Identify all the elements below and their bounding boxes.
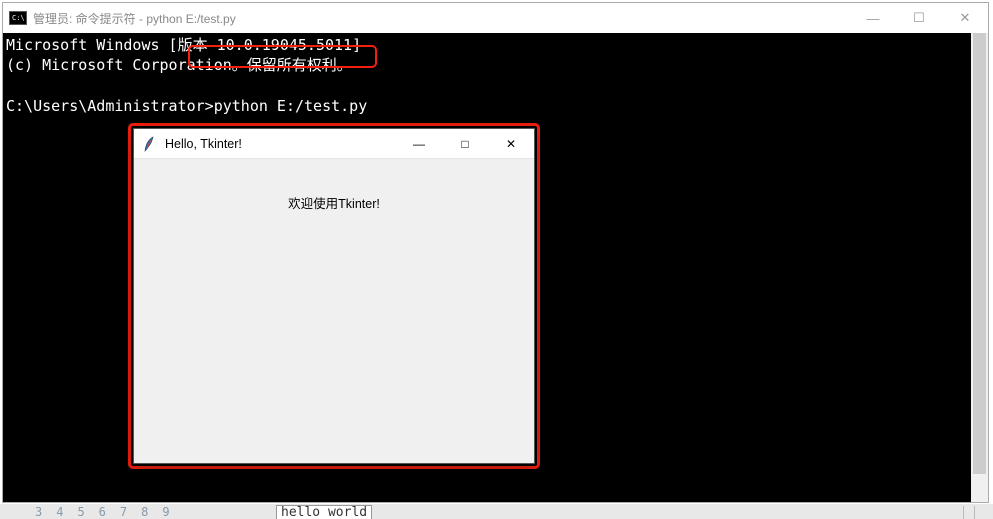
separator-icon xyxy=(963,506,964,519)
tkinter-feather-icon xyxy=(142,136,158,152)
tkinter-maximize-button[interactable]: □ xyxy=(442,129,488,158)
tkinter-titlebar[interactable]: Hello, Tkinter! — □ ✕ xyxy=(134,129,534,159)
cmd-scrollbar[interactable] xyxy=(971,33,988,502)
cmd-prompt: C:\Users\Administrator> xyxy=(6,97,214,115)
cmd-copyright-line: (c) Microsoft Corporation。保留所有权利。 xyxy=(6,56,352,74)
minimize-button[interactable]: — xyxy=(850,3,896,33)
tkinter-window: Hello, Tkinter! — □ ✕ 欢迎使用Tkinter! xyxy=(133,128,535,464)
editor-fragment: 3456789 hello world xyxy=(0,504,993,519)
tkinter-close-button[interactable]: ✕ xyxy=(488,129,534,158)
cmd-window-controls: — ☐ ✕ xyxy=(850,3,988,33)
editor-hello-text: hello world xyxy=(276,505,372,519)
cmd-titlebar[interactable]: C:\ 管理员: 命令提示符 - python E:/test.py — ☐ ✕ xyxy=(3,3,988,33)
cmd-title-text: 管理员: 命令提示符 - python E:/test.py xyxy=(33,10,236,27)
tkinter-title-text: Hello, Tkinter! xyxy=(165,137,242,151)
close-button[interactable]: ✕ xyxy=(942,3,988,33)
cmd-command: python E:/test.py xyxy=(214,97,368,115)
cmd-version-line: Microsoft Windows [版本 10.0.19045.5011] xyxy=(6,36,361,54)
editor-line-numbers: 3456789 xyxy=(0,505,184,519)
tkinter-window-controls: — □ ✕ xyxy=(396,129,534,158)
cmd-icon: C:\ xyxy=(9,11,27,25)
cmd-output: Microsoft Windows [版本 10.0.19045.5011] (… xyxy=(3,33,988,118)
tkinter-welcome-label: 欢迎使用Tkinter! xyxy=(288,193,380,212)
maximize-button[interactable]: ☐ xyxy=(896,3,942,33)
tkinter-minimize-button[interactable]: — xyxy=(396,129,442,158)
editor-right-gutter xyxy=(963,506,975,519)
separator-icon xyxy=(974,506,975,519)
cmd-scrollbar-thumb[interactable] xyxy=(973,33,986,474)
tkinter-body: 欢迎使用Tkinter! xyxy=(134,159,534,463)
